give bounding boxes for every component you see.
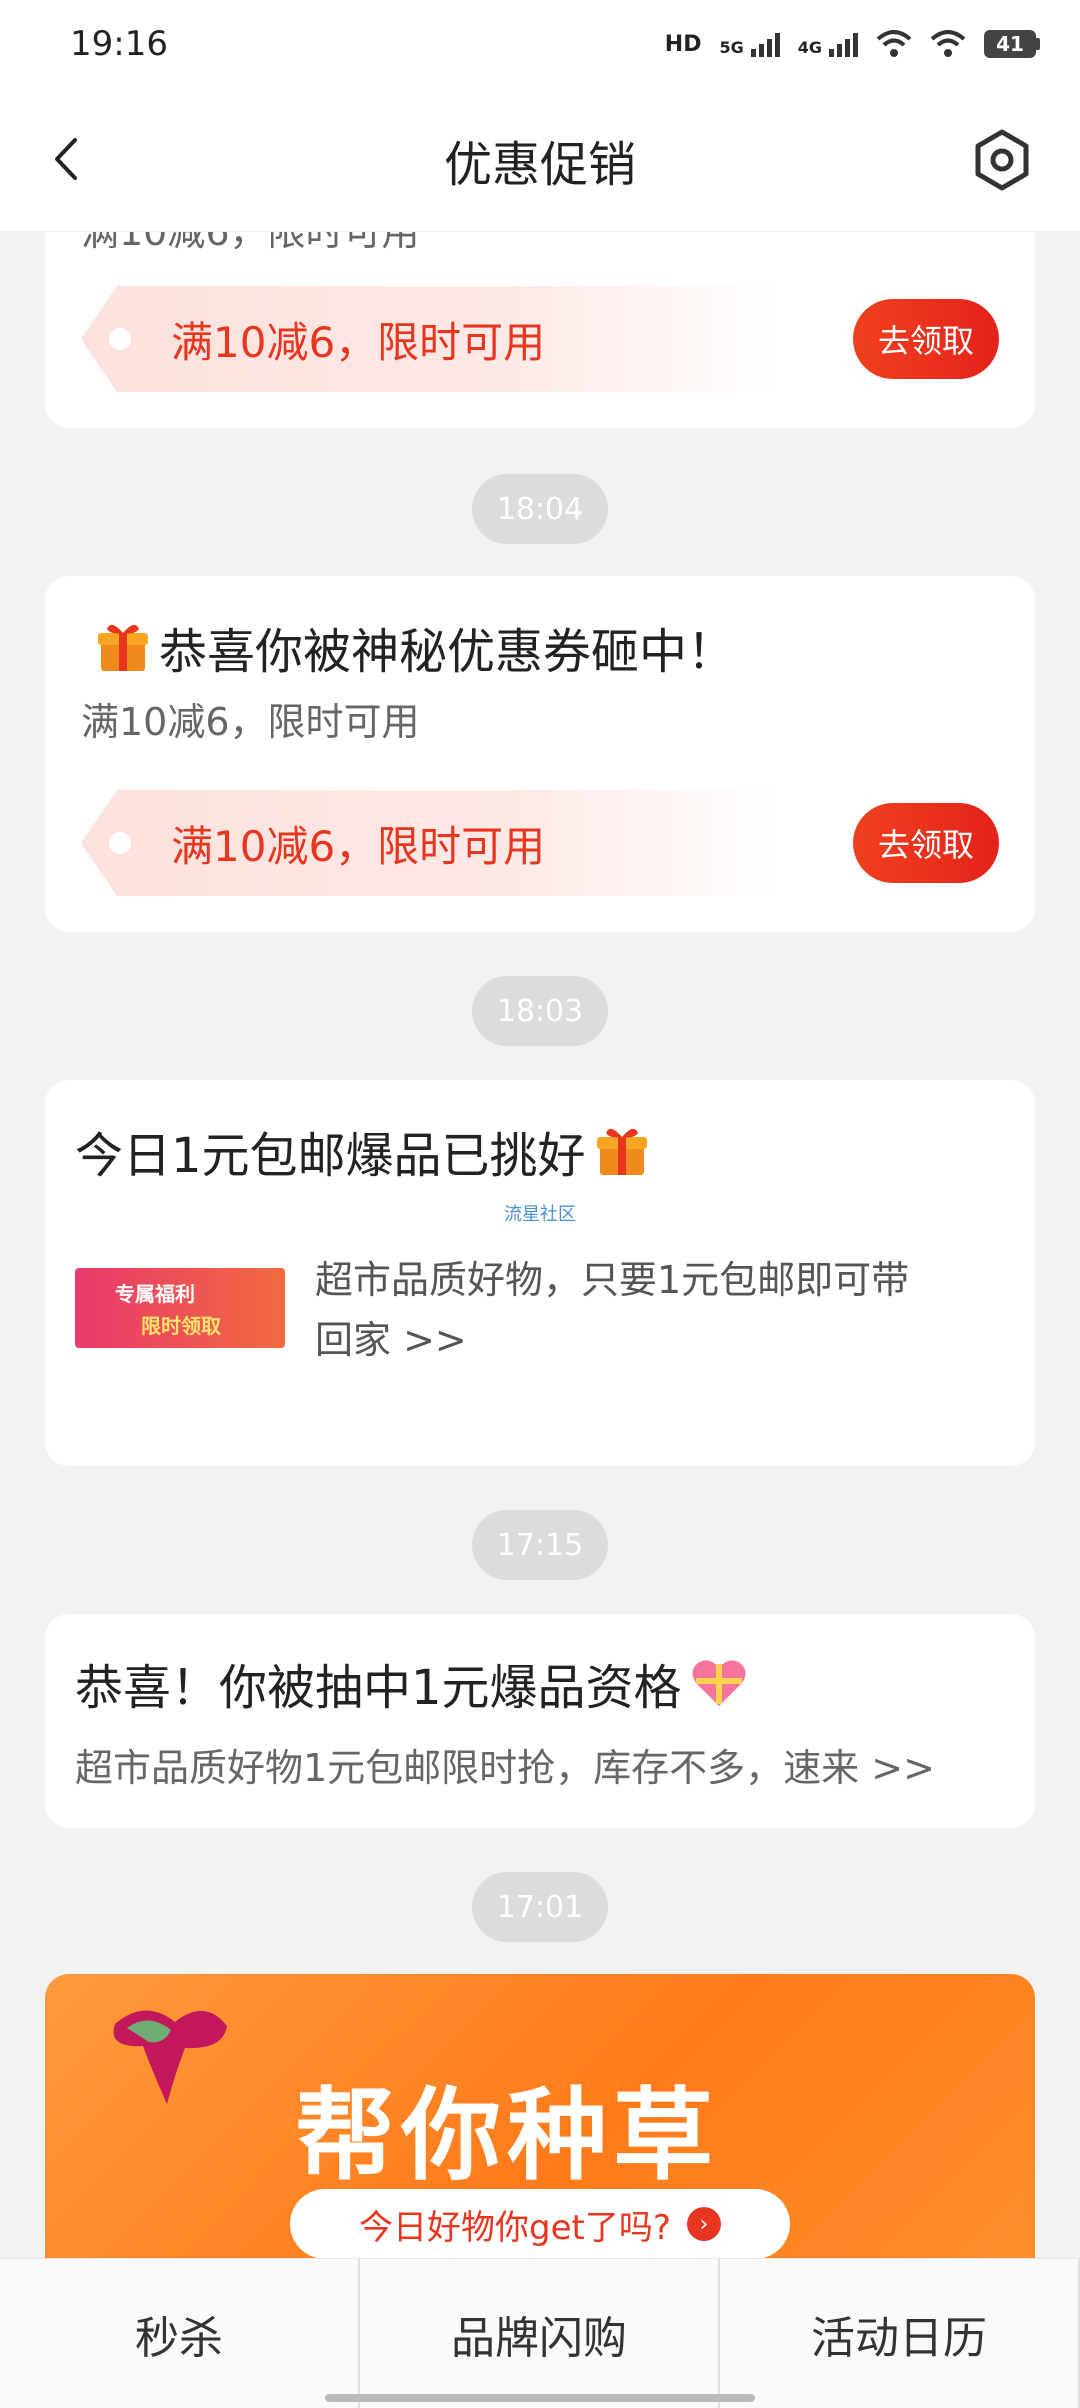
- coupon-row: 满10减6，限时可用 去领取: [81, 790, 999, 896]
- arrow-right-icon: ›: [686, 2207, 721, 2241]
- message-list[interactable]: 满10减6，限时可用 满10减6，限时可用 去领取 18:04 恭喜你被神秘优惠…: [0, 232, 1080, 2258]
- nav-flash-sale[interactable]: 秒杀: [0, 2259, 360, 2408]
- gift-icon: [596, 1128, 647, 1175]
- back-button[interactable]: [30, 124, 100, 194]
- wifi-plus-icon: [876, 30, 912, 57]
- card-subtitle: 满10减6，限时可用: [81, 700, 420, 744]
- card-title: 恭喜你被神秘优惠券砸中！: [95, 612, 735, 682]
- coupon-text: 满10减6，限时可用: [171, 821, 546, 871]
- promo-card[interactable]: 今日1元包邮爆品已挑好 流星社区 专属福利 限时领取 超市品质好物，只要1元包邮…: [45, 1080, 1035, 1466]
- banner-title: 帮你种草: [295, 2077, 719, 2194]
- heart-gift-icon: [691, 1660, 746, 1706]
- timestamp: 17:15: [472, 1510, 608, 1580]
- watermark: 流星社区: [504, 1204, 576, 1225]
- status-bar: 19:16 HD 5G 4G 41: [0, 0, 1080, 88]
- coupon-ticket: 满10减6，限时可用: [81, 790, 781, 896]
- home-indicator[interactable]: [325, 2394, 755, 2402]
- card-title: 恭喜！你被抽中1元爆品资格: [75, 1648, 748, 1718]
- promo-banner[interactable]: 帮你种草 今日好物你get了吗? ›: [45, 1974, 1035, 2258]
- nav-brand-flash[interactable]: 品牌闪购: [360, 2259, 720, 2408]
- hexagon-settings-icon: [975, 129, 1029, 191]
- chevron-left-icon: [55, 138, 77, 180]
- settings-button[interactable]: [964, 122, 1040, 198]
- card-title: 今日1元包邮爆品已挑好: [75, 1116, 650, 1186]
- signal-4g-icon: 4G: [798, 31, 858, 57]
- brand-logo-icon: [113, 2010, 227, 2104]
- gift-icon: [98, 624, 148, 671]
- coupon-card[interactable]: 恭喜你被神秘优惠券砸中！ 满10减6，限时可用 满10减6，限时可用 去领取: [45, 576, 1035, 932]
- coupon-text: 满10减6，限时可用: [171, 317, 546, 367]
- battery-icon: 41: [984, 30, 1040, 58]
- promo-description: 超市品质好物，只要1元包邮即可带回家 >>: [315, 1258, 910, 1362]
- coupon-card-partial: 满10减6，限时可用 满10减6，限时可用 去领取: [45, 232, 1035, 428]
- card-subtitle: 超市品质好物1元包邮限时抢，库存不多，速来 >>: [75, 1746, 935, 1790]
- status-time: 19:16: [70, 24, 168, 64]
- timestamp: 17:01: [472, 1872, 608, 1942]
- status-icons: HD 5G 4G 41: [665, 29, 1040, 59]
- page-title: 优惠促销: [443, 136, 636, 193]
- promo-thumbnail: 专属福利 限时领取: [75, 1268, 285, 1348]
- bottom-nav: 秒杀 品牌闪购 活动日历: [0, 2258, 1080, 2408]
- timestamp: 18:04: [472, 474, 608, 544]
- card-subtitle: 满10减6，限时可用: [81, 232, 420, 254]
- claim-button[interactable]: 去领取: [853, 803, 999, 883]
- banner-cta[interactable]: 今日好物你get了吗? ›: [290, 2189, 790, 2258]
- signal-5g-icon: 5G: [719, 31, 780, 57]
- hd-indicator: HD: [664, 31, 702, 57]
- timestamp: 18:03: [472, 976, 608, 1046]
- wifi-icon: [930, 30, 966, 57]
- nav-activity-calendar[interactable]: 活动日历: [720, 2259, 1080, 2408]
- promo-card[interactable]: 恭喜！你被抽中1元爆品资格 超市品质好物1元包邮限时抢，库存不多，速来 >>: [45, 1614, 1035, 1828]
- coupon-row: 满10减6，限时可用 去领取: [81, 286, 999, 392]
- claim-button[interactable]: 去领取: [853, 299, 999, 379]
- top-header: 优惠促销: [0, 88, 1080, 232]
- coupon-ticket: 满10减6，限时可用: [81, 286, 781, 392]
